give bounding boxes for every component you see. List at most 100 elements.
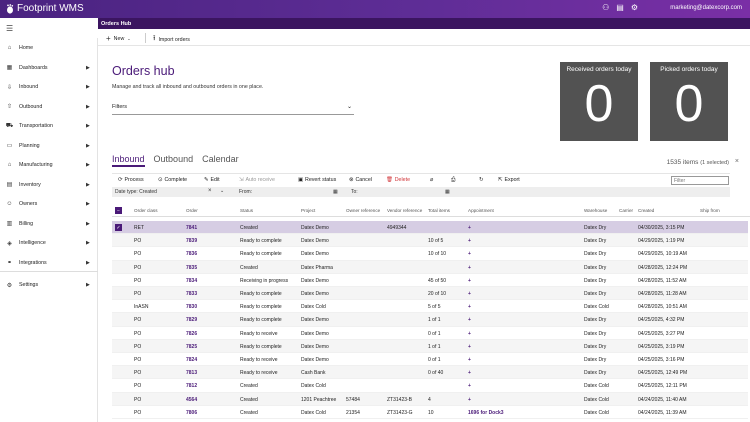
table-row[interactable]: InASN 7830 Ready to complete Datex Cold 5 of… <box>112 300 748 314</box>
table-row[interactable]: PO 4564 Created 1201 Peachtree 57484 ZT31423-… <box>112 392 748 406</box>
cell-order[interactable]: 7826 <box>186 331 197 337</box>
cell-order[interactable]: 7834 <box>186 278 197 284</box>
user-email[interactable]: marketing@datexcorp.com <box>670 5 742 11</box>
tab-inbound[interactable]: Inbound <box>112 154 145 167</box>
cell-appt[interactable]: + <box>468 370 471 376</box>
cell-order[interactable]: 7833 <box>186 291 197 297</box>
column-header[interactable]: Total items <box>428 208 450 213</box>
calendar-icon[interactable]: ▦ <box>333 189 338 195</box>
sidebar-item-settings[interactable]: ⚙ Settings ▶ <box>0 278 98 292</box>
grid-filter-input[interactable] <box>671 176 729 185</box>
cell-appt[interactable]: + <box>468 344 471 350</box>
table-row[interactable]: PO 7813 Ready to receive Cash Bank 0 of 40 + D… <box>112 366 748 380</box>
column-header[interactable]: Appointment <box>468 208 494 213</box>
cell-appt[interactable]: + <box>468 291 471 297</box>
cell-order[interactable]: 7841 <box>186 225 197 231</box>
table-row[interactable]: PO 7824 Ready to receive Datex Demo 0 of 1 + D… <box>112 353 748 367</box>
cell-order[interactable]: 7825 <box>186 344 197 350</box>
table-row[interactable]: PO 7825 Ready to complete Datex Demo 1 of 1 +… <box>112 339 748 353</box>
clear-selection-icon[interactable]: × <box>735 158 739 165</box>
sidebar-item-outbound[interactable]: ⇧ Outbound ▶ <box>0 100 98 114</box>
process-button[interactable]: ⟳ Process <box>118 177 144 183</box>
hamburger-menu-icon[interactable]: ☰ <box>6 24 13 33</box>
cell-order[interactable]: 7813 <box>186 370 197 376</box>
auto-receive-button[interactable]: ⇲ Auto receive <box>239 177 275 183</box>
table-row[interactable]: PO 7806 Created Datex Cold 21354 ZT31423-G 10 1… <box>112 406 748 419</box>
table-row[interactable]: PO 7834 Receiving in progress Datex Demo 45 … <box>112 274 748 287</box>
cell-appt[interactable]: + <box>468 304 471 310</box>
cell-appt[interactable]: 1696 for Dock3 <box>468 410 504 416</box>
sidebar-item-home[interactable]: ⌂ Home <box>0 41 98 55</box>
cell-order[interactable]: 7830 <box>186 304 197 310</box>
sidebar-item-inbound[interactable]: ⇩ Inbound ▶ <box>0 80 98 94</box>
cell-order[interactable]: 7824 <box>186 357 197 363</box>
cell-order[interactable]: 7839 <box>186 238 197 244</box>
from-date-field[interactable]: From: <box>239 189 252 195</box>
cell-appt[interactable]: + <box>468 357 471 363</box>
sidebar-item-planning[interactable]: ▭ Planning ▶ <box>0 139 98 153</box>
row-checkbox[interactable]: ✓ <box>115 224 122 231</box>
new-button[interactable]: + New ⌄ <box>106 34 131 43</box>
export-button[interactable]: ⇱ Export <box>498 177 520 183</box>
revert-status-button[interactable]: ▣ Revert status <box>298 177 336 183</box>
column-header[interactable]: Project <box>301 208 315 213</box>
table-row[interactable]: PO 7833 Ready to complete Datex Demo 20 of 1… <box>112 287 748 301</box>
table-row[interactable]: PO 7835 Created Datex Pharma + Datex Dry 04/28… <box>112 260 748 274</box>
refresh-button[interactable]: ↻ <box>479 177 483 183</box>
date-type-select[interactable]: Date type: Created <box>115 189 157 195</box>
calendar-icon[interactable]: ▦ <box>445 189 450 195</box>
cell-appt[interactable]: + <box>468 331 471 337</box>
table-row[interactable]: PO 7839 Ready to complete Datex Demo 10 of 5… <box>112 234 748 248</box>
sidebar-item-integrations[interactable]: ⚭ Integrations ▶ <box>0 256 98 270</box>
user-switch-icon[interactable]: ⚇ <box>602 3 609 12</box>
sidebar-item-billing[interactable]: ▥ Billing ▶ <box>0 217 98 231</box>
delete-button[interactable]: 🗑 Delete <box>386 177 410 183</box>
table-row[interactable]: PO 7829 Ready to complete Datex Demo 1 of 1 +… <box>112 313 748 327</box>
column-header[interactable]: Order class <box>134 208 158 213</box>
table-row[interactable]: PO 7836 Ready to complete Datex Demo 10 of 1… <box>112 247 748 261</box>
cell-appt[interactable]: + <box>468 317 471 323</box>
chevron-down-icon[interactable]: ⌄ <box>220 188 224 194</box>
column-header[interactable]: Created <box>638 208 654 213</box>
cell-appt[interactable]: + <box>468 397 471 403</box>
gear-icon[interactable]: ⚙ <box>631 3 638 12</box>
cell-order[interactable]: 7836 <box>186 251 197 257</box>
column-header[interactable]: Ship from <box>700 208 720 213</box>
cell-appt[interactable]: + <box>468 383 471 389</box>
column-header[interactable]: Carrier <box>619 208 633 213</box>
edit-button[interactable]: ✎ Edit <box>204 177 220 183</box>
clear-icon[interactable]: × <box>208 188 212 194</box>
filters-dropdown[interactable]: Filters ⌄ <box>112 101 354 115</box>
to-date-field[interactable]: To: <box>351 189 358 195</box>
cell-appt[interactable]: + <box>468 251 471 257</box>
select-all-checkbox[interactable]: − <box>115 207 122 214</box>
table-row[interactable]: PO 7826 Ready to receive Datex Demo 0 of 1 + D… <box>112 327 748 340</box>
cell-order[interactable]: 7806 <box>186 410 197 416</box>
cell-appt[interactable]: + <box>468 238 471 244</box>
cancel-button[interactable]: ⊗ Cancel <box>349 177 372 183</box>
sidebar-item-owners[interactable]: ☺ Owners ▶ <box>0 197 98 211</box>
column-header[interactable]: Owner reference <box>346 208 380 213</box>
import-orders-button[interactable]: ⭱ Import orders <box>153 34 190 45</box>
sidebar-item-inventory[interactable]: ▤ Inventory ▶ <box>0 178 98 192</box>
cell-appt[interactable]: + <box>468 265 471 271</box>
print-button[interactable]: ⎙ <box>451 177 455 184</box>
sidebar-item-dashboards[interactable]: ▦ Dashboards ▶ <box>0 61 98 75</box>
table-row[interactable]: ✓ RET 7841 Created Datex Demo 4949344 + Datex D… <box>112 221 748 235</box>
cell-order[interactable]: 4564 <box>186 397 197 403</box>
table-row[interactable]: PO 7812 Created Datex Cold + Datex Cold 04/25/… <box>112 379 748 393</box>
sidebar-item-transportation[interactable]: ⛟ Transportation ▶ <box>0 119 98 133</box>
sidebar-item-manufacturing[interactable]: ⌂ Manufacturing ▶ <box>0 158 98 172</box>
tab-calendar[interactable]: Calendar <box>202 154 239 167</box>
sidebar-item-intelligence[interactable]: ◈ Intelligence ▶ <box>0 236 98 250</box>
column-header[interactable]: Order <box>186 208 198 213</box>
column-header[interactable]: Vendor reference <box>387 208 422 213</box>
document-icon[interactable]: ▤ <box>616 3 624 12</box>
complete-button[interactable]: ⊙ Complete <box>158 177 187 183</box>
tab-outbound[interactable]: Outbound <box>154 154 194 167</box>
cell-order[interactable]: 7812 <box>186 383 197 389</box>
cell-order[interactable]: 7829 <box>186 317 197 323</box>
cell-order[interactable]: 7835 <box>186 265 197 271</box>
column-header[interactable]: Status <box>240 208 253 213</box>
cell-appt[interactable]: + <box>468 225 471 231</box>
